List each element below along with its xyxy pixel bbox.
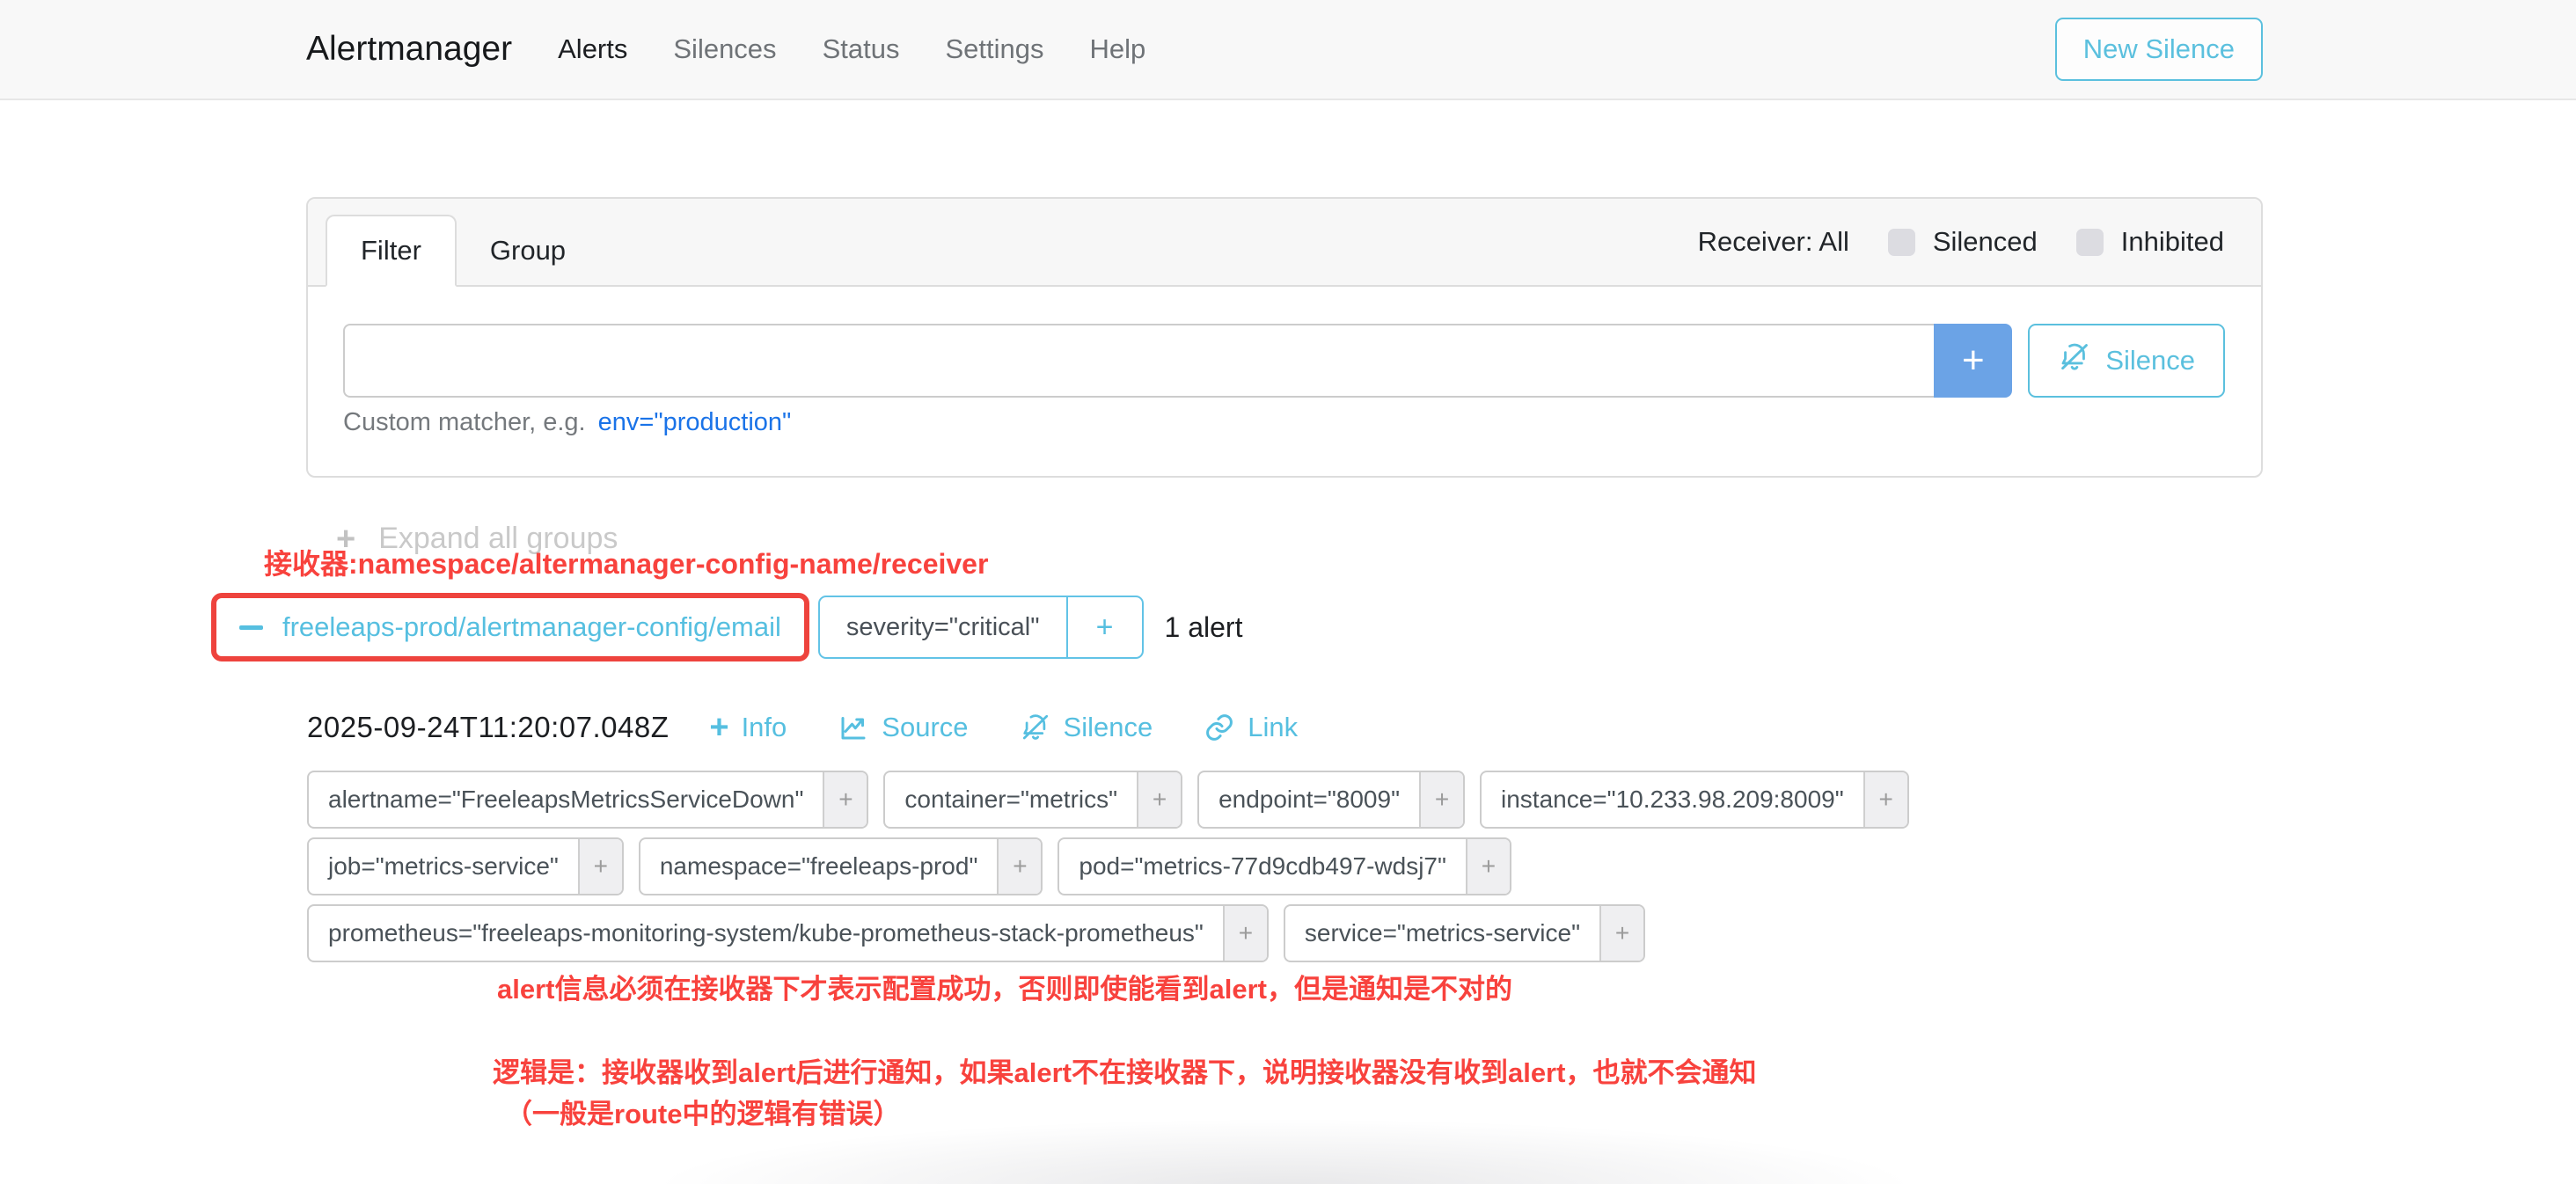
- add-matcher-button[interactable]: +: [1934, 324, 2012, 398]
- silence-button[interactable]: Silence: [2028, 324, 2225, 398]
- annotation-alert-note: alert信息必须在接收器下才表示配置成功，否则即使能看到alert，但是通知是…: [497, 967, 1512, 1006]
- matcher-input-row: + Silence: [343, 324, 2225, 398]
- filter-options: Receiver: All Silenced Inhibited: [1698, 226, 2224, 258]
- label-container: container="metrics" +: [883, 771, 1182, 829]
- label-value[interactable]: alertname="FreeleapsMetricsServiceDown": [309, 772, 823, 827]
- tab-filter[interactable]: Filter: [326, 215, 457, 287]
- label-value[interactable]: endpoint="8009": [1199, 772, 1419, 827]
- annotation-logic-note: 逻辑是：接收器收到alert后进行通知，如果alert不在接收器下，说明接收器没…: [493, 1050, 1756, 1090]
- nav-item-help[interactable]: Help: [1089, 33, 1145, 65]
- matcher-hint: Custom matcher, e.g. env="production": [343, 408, 2225, 437]
- label-service: service="metrics-service" +: [1284, 904, 1645, 962]
- matcher-hint-text: Custom matcher, e.g.: [343, 408, 586, 437]
- matcher-example-link[interactable]: env="production": [598, 408, 792, 437]
- label-value[interactable]: instance="10.233.98.209:8009": [1482, 772, 1863, 827]
- alert-actions: + Info Source Silence: [709, 712, 1298, 743]
- group-matcher-add-button[interactable]: +: [1066, 597, 1142, 657]
- annotation-logic-note-2: （一般是route中的逻辑有错误）: [505, 1092, 901, 1131]
- annotation-receiver-note: 接收器:namespace/altermanager-config-name/r…: [264, 542, 988, 582]
- tab-group[interactable]: Group: [457, 216, 599, 285]
- silenced-checkbox: [1888, 229, 1915, 256]
- silence-alert-button[interactable]: Silence: [1020, 712, 1153, 743]
- inhibited-checkbox-item[interactable]: Inhibited: [2076, 226, 2224, 258]
- app-brand[interactable]: Alertmanager: [306, 30, 512, 69]
- minus-icon: [239, 625, 263, 630]
- alert-count: 1 alert: [1165, 611, 1243, 644]
- label-job: job="metrics-service" +: [307, 837, 624, 895]
- label-row: alertname="FreeleapsMetricsServiceDown" …: [307, 771, 2312, 829]
- label-value[interactable]: service="metrics-service": [1285, 906, 1599, 961]
- nav-item-status[interactable]: Status: [823, 33, 900, 65]
- label-value[interactable]: container="metrics": [885, 772, 1137, 827]
- plus-icon: +: [709, 714, 728, 741]
- alert-timestamp: 2025-09-24T11:20:07.048Z: [307, 711, 669, 744]
- group-matcher-buttons: severity="critical" +: [818, 596, 1144, 659]
- label-row: job="metrics-service" + namespace="freel…: [307, 837, 2312, 895]
- silence-button-label: Silence: [2105, 345, 2195, 376]
- silence-alert-label: Silence: [1064, 712, 1153, 743]
- filter-card-header: Filter Group Receiver: All Silenced Inhi…: [308, 199, 2261, 287]
- label-add-button[interactable]: +: [997, 839, 1041, 894]
- nav-item-settings[interactable]: Settings: [945, 33, 1043, 65]
- info-button[interactable]: + Info: [709, 712, 787, 743]
- inhibited-checkbox: [2076, 229, 2104, 256]
- label-add-button[interactable]: +: [823, 772, 867, 827]
- label-instance: instance="10.233.98.209:8009" +: [1480, 771, 1909, 829]
- nav-item-alerts[interactable]: Alerts: [558, 33, 627, 65]
- chart-line-icon: [838, 712, 869, 743]
- inhibited-checkbox-label: Inhibited: [2121, 226, 2224, 258]
- alert-header-row: 2025-09-24T11:20:07.048Z + Info Source: [307, 711, 2263, 744]
- group-matcher-label[interactable]: severity="critical": [820, 597, 1066, 657]
- nav-item-silences[interactable]: Silences: [673, 33, 776, 65]
- group-receiver-label: freeleaps-prod/alertmanager-config/email: [282, 611, 781, 643]
- bell-slash-icon: [1020, 712, 1051, 743]
- label-add-button[interactable]: +: [1863, 772, 1907, 827]
- source-link-label: Source: [882, 712, 968, 743]
- info-button-label: Info: [742, 712, 787, 743]
- label-pod: pod="metrics-77d9cdb497-wdsj7" +: [1057, 837, 1511, 895]
- label-add-button[interactable]: +: [1599, 906, 1643, 961]
- label-add-button[interactable]: +: [1137, 772, 1181, 827]
- label-value[interactable]: job="metrics-service": [309, 839, 578, 894]
- alert-group-row: freeleaps-prod/alertmanager-config/email…: [211, 593, 2263, 661]
- silenced-checkbox-label: Silenced: [1933, 226, 2038, 258]
- red-highlight-box: freeleaps-prod/alertmanager-config/email: [211, 593, 809, 661]
- label-add-button[interactable]: +: [1223, 906, 1267, 961]
- label-value[interactable]: prometheus="freeleaps-monitoring-system/…: [309, 906, 1223, 961]
- label-prometheus: prometheus="freeleaps-monitoring-system/…: [307, 904, 1269, 962]
- new-silence-button[interactable]: New Silence: [2055, 18, 2263, 81]
- filter-card: Filter Group Receiver: All Silenced Inhi…: [306, 197, 2263, 478]
- label-add-button[interactable]: +: [1419, 772, 1463, 827]
- label-alertname: alertname="FreeleapsMetricsServiceDown" …: [307, 771, 868, 829]
- permalink-label: Link: [1248, 712, 1298, 743]
- bell-slash-icon: [2058, 340, 2091, 381]
- filter-tabs: Filter Group: [326, 199, 599, 285]
- source-link[interactable]: Source: [838, 712, 968, 743]
- label-add-button[interactable]: +: [578, 839, 622, 894]
- label-namespace: namespace="freeleaps-prod" +: [639, 837, 1043, 895]
- label-row: prometheus="freeleaps-monitoring-system/…: [307, 904, 2312, 962]
- matcher-input[interactable]: [343, 324, 1934, 398]
- nav-links: Alerts Silences Status Settings Help: [558, 33, 1145, 65]
- alert-labels: alertname="FreeleapsMetricsServiceDown" …: [307, 771, 2312, 962]
- group-receiver-button[interactable]: freeleaps-prod/alertmanager-config/email: [229, 604, 792, 650]
- label-value[interactable]: pod="metrics-77d9cdb497-wdsj7": [1059, 839, 1466, 894]
- link-icon: [1204, 712, 1235, 743]
- permalink-button[interactable]: Link: [1204, 712, 1298, 743]
- filter-card-body: + Silence Custom matcher, e.g. env="prod…: [308, 287, 2261, 476]
- label-endpoint: endpoint="8009" +: [1197, 771, 1465, 829]
- silenced-checkbox-item[interactable]: Silenced: [1888, 226, 2038, 258]
- receiver-dropdown[interactable]: Receiver: All: [1698, 226, 1849, 258]
- label-add-button[interactable]: +: [1466, 839, 1510, 894]
- navbar: Alertmanager Alerts Silences Status Sett…: [0, 0, 2576, 100]
- label-value[interactable]: namespace="freeleaps-prod": [640, 839, 998, 894]
